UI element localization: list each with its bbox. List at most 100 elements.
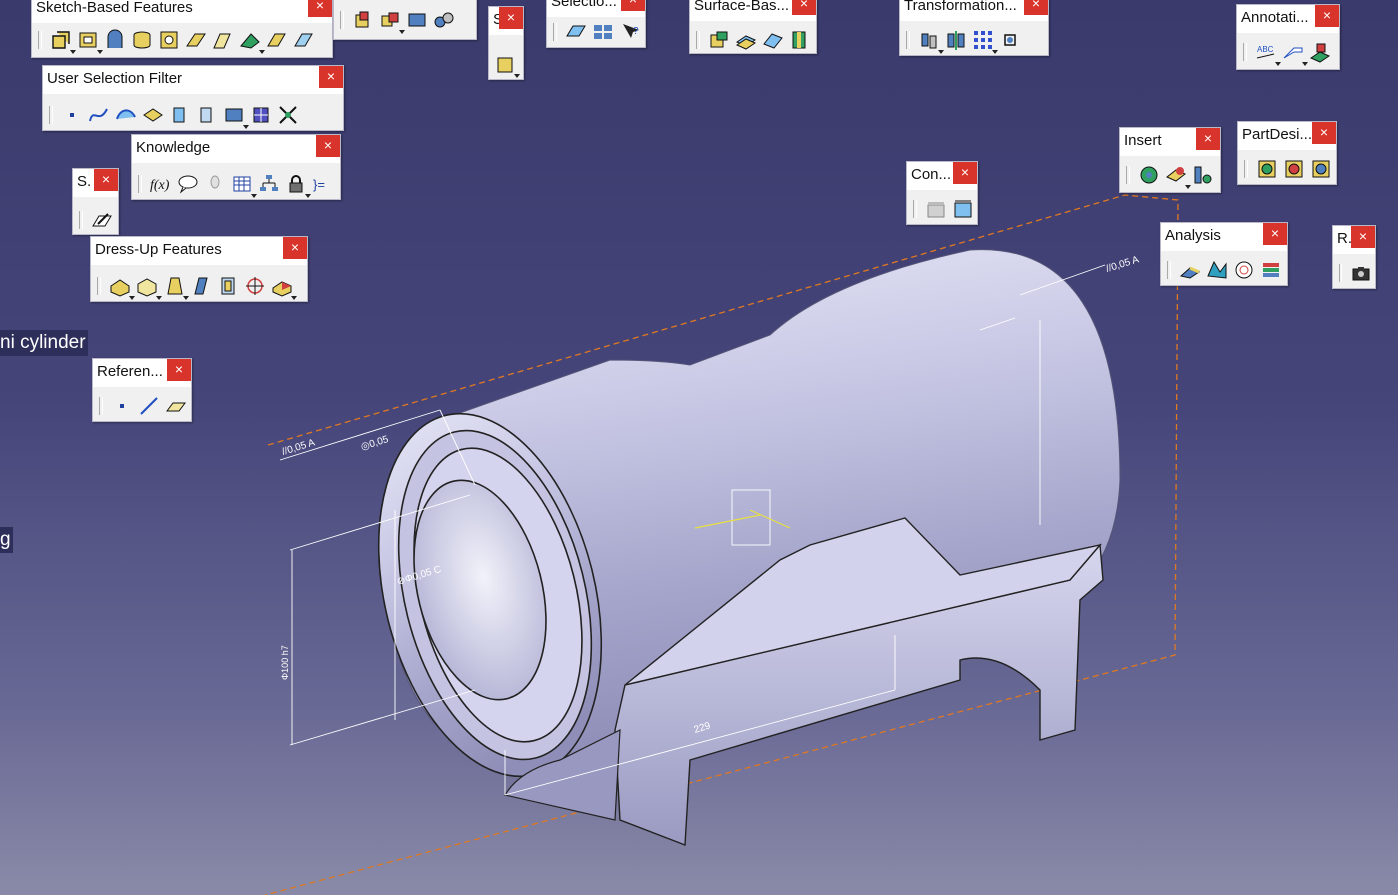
toolbar-sketcher[interactable]: S. × [72, 168, 119, 235]
close-surface-icon[interactable] [761, 28, 785, 52]
translation-icon[interactable] [917, 28, 944, 54]
tree-icon[interactable] [257, 172, 281, 196]
close-icon[interactable]: × [1312, 122, 1336, 144]
toolbar-insert[interactable]: Insert × [1119, 127, 1221, 193]
toolbar-dress-up-features[interactable]: Dress-Up Features × [90, 236, 308, 302]
close-icon[interactable]: × [319, 66, 343, 88]
toolbar-grip[interactable] [97, 277, 101, 295]
thickness-icon[interactable] [216, 274, 240, 298]
toolbar-reference-elements[interactable]: Referen... × [92, 358, 192, 422]
close-icon[interactable]: × [621, 0, 645, 11]
toolbar-s[interactable]: S × [488, 6, 524, 80]
thread-analysis-icon[interactable] [1232, 258, 1256, 282]
draft-icon[interactable] [162, 274, 189, 300]
ordered-set-icon[interactable] [1191, 163, 1215, 187]
body-icon[interactable] [1137, 163, 1161, 187]
constraint-dialog-icon[interactable] [924, 197, 948, 221]
toolbar-user-selection-filter[interactable]: User Selection Filter × [42, 65, 344, 131]
tool-palette-icon[interactable] [276, 103, 300, 127]
toolbar-grip[interactable] [1244, 160, 1248, 178]
close-icon[interactable]: × [316, 135, 340, 157]
annotation-plane-icon[interactable] [1308, 40, 1332, 64]
shell-icon[interactable] [189, 274, 213, 298]
toolbar-grip[interactable] [340, 11, 344, 29]
formula-icon[interactable]: f(x) [149, 172, 173, 196]
measure-analysis-icon[interactable] [1259, 258, 1283, 282]
pad-icon[interactable] [49, 28, 76, 54]
toolbar-analysis[interactable]: Analysis × [1160, 222, 1288, 286]
query-select-icon[interactable]: ? [618, 20, 642, 44]
hybrid-body-icon[interactable] [1255, 157, 1279, 181]
toolbar-render[interactable]: R. × [1332, 225, 1376, 289]
stiffener-icon[interactable] [238, 28, 265, 54]
link-icon[interactable] [432, 8, 456, 32]
groove-icon[interactable] [130, 28, 154, 52]
chamfer-icon[interactable] [135, 274, 162, 300]
toolbar-grip[interactable] [553, 23, 557, 41]
toolbar-grip[interactable] [1243, 43, 1247, 61]
remove-loft-icon[interactable] [292, 28, 316, 52]
solid-combine-icon[interactable] [351, 8, 375, 32]
toolbar-selection-sets[interactable]: Selectio... × ? [546, 0, 646, 48]
slot-icon[interactable] [211, 28, 235, 52]
toolbar-sketch-based-features[interactable]: Sketch-Based Features × [31, 0, 333, 58]
edge-fillet-icon[interactable] [108, 274, 135, 300]
body-setup-icon[interactable] [1309, 157, 1333, 181]
rib-icon[interactable] [184, 28, 208, 52]
comment-icon[interactable] [176, 172, 200, 196]
part-design-mode-icon[interactable] [1282, 157, 1306, 181]
text-annotation-icon[interactable]: ABC [1254, 40, 1281, 66]
feature-filter-icon[interactable] [168, 103, 192, 127]
multi-pad-icon[interactable] [378, 8, 405, 34]
close-icon[interactable]: × [953, 162, 977, 184]
toolbar-grip[interactable] [99, 397, 103, 415]
table-icon[interactable] [230, 172, 257, 198]
toolbar-grip[interactable] [49, 106, 53, 124]
close-icon[interactable]: × [308, 0, 332, 17]
part-body-icon[interactable] [493, 52, 520, 78]
close-icon[interactable]: × [167, 359, 191, 381]
multi-pocket-icon[interactable] [405, 8, 429, 32]
close-icon[interactable]: × [1263, 223, 1287, 245]
flag-note-icon[interactable] [1281, 40, 1308, 66]
hole-icon[interactable] [157, 28, 181, 52]
lock-icon[interactable] [284, 172, 311, 198]
close-icon[interactable]: × [499, 7, 523, 29]
close-icon[interactable]: × [1196, 128, 1220, 150]
close-icon[interactable]: × [1351, 226, 1375, 248]
surface-filter-icon[interactable] [114, 103, 138, 127]
grid-filter-icon[interactable] [249, 103, 273, 127]
toolbar-grip[interactable] [1339, 264, 1342, 282]
camera-icon[interactable] [1349, 261, 1373, 285]
close-icon[interactable]: × [283, 237, 307, 259]
shaft-icon[interactable] [103, 28, 127, 52]
loft-icon[interactable] [265, 28, 289, 52]
toolbar-grip[interactable] [38, 31, 42, 49]
tool-filter-icon[interactable] [222, 103, 249, 129]
close-icon[interactable]: × [1315, 5, 1339, 27]
plane-select-icon[interactable] [564, 20, 588, 44]
plane-icon[interactable] [164, 394, 188, 418]
toolbar-grip[interactable] [79, 211, 83, 229]
split-icon[interactable] [707, 28, 731, 52]
lamp-icon[interactable] [203, 172, 227, 196]
remove-face-icon[interactable] [270, 274, 297, 300]
volume-filter-icon[interactable] [141, 103, 165, 127]
toolbar-part-design[interactable]: PartDesi... × [1237, 121, 1337, 185]
toolbar-grip[interactable] [696, 31, 700, 49]
constraint-icon[interactable] [951, 197, 975, 221]
geometry-filter-icon[interactable] [195, 103, 219, 127]
thick-surface-icon[interactable] [734, 28, 758, 52]
toolbar-grip[interactable] [138, 175, 142, 193]
toolbar-constraints[interactable]: Con... × [906, 161, 978, 225]
toolbar-annotations[interactable]: Annotati... × ABC [1236, 4, 1340, 70]
toolbar-solid-combine[interactable] [333, 0, 477, 40]
close-icon[interactable]: × [792, 0, 816, 15]
line-icon[interactable] [137, 394, 161, 418]
sew-surface-icon[interactable] [788, 28, 812, 52]
draft-analysis-icon[interactable] [1178, 258, 1202, 282]
close-icon[interactable]: × [94, 169, 118, 191]
point-filter-icon[interactable] [60, 103, 84, 127]
scaling-icon[interactable] [998, 28, 1022, 52]
point-icon[interactable] [110, 394, 134, 418]
